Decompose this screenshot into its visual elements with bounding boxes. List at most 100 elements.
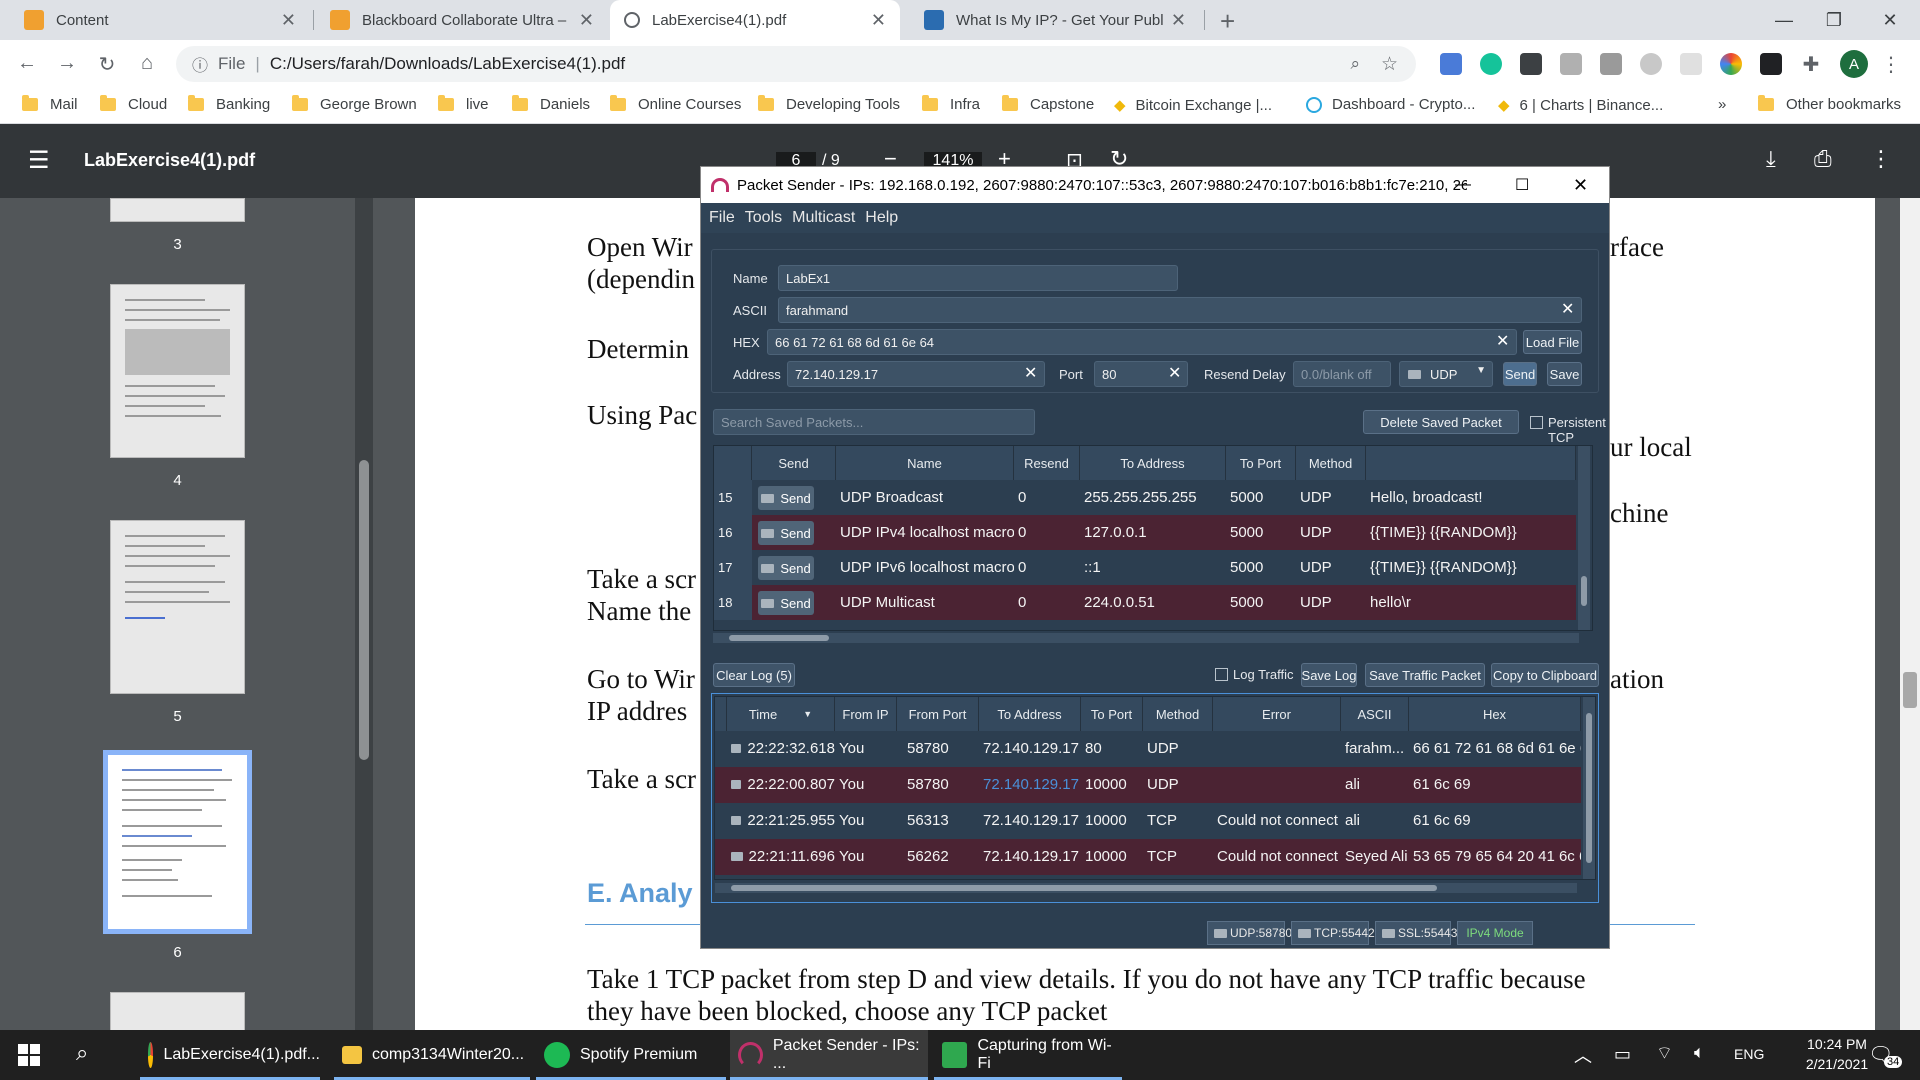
resend-delay-input[interactable]: 0.0/blank off — [1293, 361, 1391, 387]
close-icon[interactable]: ✕ — [579, 10, 594, 31]
close-icon[interactable]: ✕ — [871, 10, 886, 31]
hex-input[interactable]: 66 61 72 61 68 6d 61 6e 64 — [767, 329, 1517, 355]
more-options-icon[interactable]: ⋮ — [1870, 146, 1892, 172]
taskbar-chrome-pdf[interactable]: LabExercise4(1).pdf... — [140, 1030, 320, 1080]
page-scrollbar[interactable] — [1900, 198, 1920, 1030]
translate-extension-icon[interactable] — [1440, 53, 1462, 75]
tcp-port-status[interactable]: TCP:55442 — [1291, 921, 1375, 945]
bookmark-infra[interactable]: Infra — [922, 95, 980, 113]
maximize-icon[interactable]: ☐ — [1515, 175, 1529, 195]
menu-tools[interactable]: Tools — [745, 209, 782, 227]
ascii-input[interactable]: farahmand — [778, 297, 1582, 323]
print-icon[interactable]: ⎙ — [1814, 146, 1832, 172]
bookmarks-overflow-button[interactable]: » — [1718, 96, 1726, 113]
tab-pdf-active[interactable]: LabExercise4(1).pdf ✕ — [610, 0, 900, 40]
column-header-from-port[interactable]: From Port — [897, 697, 979, 731]
column-header-ascii[interactable]: ASCII — [1341, 697, 1409, 731]
delete-saved-packet-button[interactable]: Delete Saved Packet — [1363, 410, 1519, 434]
log-vertical-scrollbar[interactable] — [1583, 697, 1595, 879]
column-header-from-ip[interactable]: From IP — [835, 697, 897, 731]
windows-start-icon[interactable] — [18, 1044, 40, 1066]
column-header-method[interactable]: Method — [1143, 697, 1213, 731]
extension-icon[interactable] — [1560, 53, 1582, 75]
ipv4-mode-button[interactable]: IPv4 Mode — [1457, 921, 1533, 945]
bookmark-bitcoin-exchange[interactable]: ◆ Bitcoin Exchange |... — [1114, 96, 1272, 115]
taskbar-packet-sender[interactable]: Packet Sender - IPs: ... — [730, 1030, 928, 1080]
close-icon[interactable]: ✕ — [1171, 10, 1186, 31]
search-icon[interactable]: ⌕ — [76, 1040, 88, 1066]
ssl-port-status[interactable]: SSL:55443 — [1375, 921, 1457, 945]
avatar[interactable]: A — [1840, 50, 1868, 78]
clear-hex-icon[interactable]: ✕ — [1496, 331, 1509, 351]
sidebar-scrollbar[interactable] — [355, 198, 373, 1030]
column-header-send[interactable]: Send — [752, 446, 836, 480]
home-icon[interactable]: ⌂ — [134, 52, 160, 75]
log-traffic-checkbox[interactable] — [1215, 668, 1228, 681]
clear-log-button[interactable]: Clear Log (5) — [713, 663, 795, 687]
address-text[interactable]: C:/Users/farah/Downloads/LabExercise4(1)… — [270, 54, 625, 74]
copy-to-clipboard-button[interactable]: Copy to Clipboard — [1491, 663, 1599, 687]
window-close-icon[interactable]: ✕ — [1862, 0, 1918, 40]
minimize-icon[interactable]: — — [1455, 176, 1471, 194]
color-extension-icon[interactable] — [1720, 53, 1742, 75]
row-send-button[interactable]: Send — [758, 556, 814, 580]
tab-content[interactable]: Content ✕ — [10, 0, 310, 40]
load-file-button[interactable]: Load File — [1523, 330, 1582, 354]
save-button[interactable]: Save — [1547, 362, 1582, 386]
battery-icon[interactable]: ▭ — [1614, 1044, 1631, 1065]
extension-icon[interactable] — [1680, 53, 1702, 75]
clear-ascii-icon[interactable]: ✕ — [1561, 299, 1574, 319]
bookmark-daniels[interactable]: Daniels — [512, 95, 590, 113]
clear-address-icon[interactable]: ✕ — [1024, 363, 1037, 383]
column-header-to-address[interactable]: To Address — [1080, 446, 1226, 480]
column-header-to-port[interactable]: To Port — [1226, 446, 1296, 480]
row-send-button[interactable]: Send — [758, 591, 814, 615]
close-icon[interactable]: ✕ — [281, 10, 296, 31]
bookmark-capstone[interactable]: Capstone — [1002, 95, 1094, 113]
new-tab-icon[interactable]: + — [1220, 6, 1235, 37]
save-log-button[interactable]: Save Log — [1301, 663, 1357, 687]
menu-multicast[interactable]: Multicast — [792, 209, 855, 227]
log-row[interactable]: 22:22:00.807 You 58780 72.140.129.17 100… — [715, 767, 1581, 803]
page-thumbnail[interactable] — [110, 284, 245, 458]
minimize-icon[interactable]: — — [1756, 0, 1812, 40]
bookmark-mail[interactable]: Mail — [22, 95, 78, 113]
bookmark-charts-binance[interactable]: ◆ 6 | Charts | Binance... — [1498, 96, 1663, 115]
download-icon[interactable]: ⤓ — [1766, 146, 1776, 172]
table-row[interactable]: 15 Send UDP Broadcast 0 255.255.255.255 … — [714, 480, 1576, 515]
table-row[interactable]: 17 Send UDP IPv6 localhost macro 0 ::1 5… — [714, 550, 1576, 585]
extension-icon[interactable] — [1760, 53, 1782, 75]
table-row[interactable]: 18 Send UDP Multicast 0 224.0.0.51 5000 … — [714, 585, 1576, 620]
forward-icon[interactable]: → — [54, 52, 80, 75]
send-button[interactable]: Send — [1503, 362, 1537, 386]
udp-port-status[interactable]: UDP:58780 — [1207, 921, 1292, 945]
page-thumbnail[interactable] — [110, 198, 245, 222]
log-row[interactable]: 22:21:25.955 You 56313 72.140.129.17 100… — [715, 803, 1581, 839]
taskbar-wireshark[interactable]: Capturing from Wi-Fi — [934, 1030, 1122, 1080]
tab-whatismyip[interactable]: What Is My IP? - Get Your Public ✕ — [910, 0, 1200, 40]
row-send-button[interactable]: Send — [758, 521, 814, 545]
restore-icon[interactable]: ❐ — [1806, 0, 1862, 40]
log-horizontal-scrollbar[interactable] — [715, 883, 1577, 893]
taskbar-spotify[interactable]: Spotify Premium — [536, 1030, 726, 1080]
menu-file[interactable]: File — [709, 209, 735, 227]
column-header-to-address[interactable]: To Address — [979, 697, 1081, 731]
menu-icon[interactable]: ☰ — [28, 146, 50, 175]
puzzle-icon[interactable]: ✚ — [1798, 52, 1824, 77]
column-header-hex[interactable]: Hex — [1409, 697, 1581, 731]
clear-port-icon[interactable]: ✕ — [1168, 363, 1181, 383]
info-icon[interactable]: ⓘ — [192, 52, 208, 76]
table-row[interactable]: 16 Send UDP IPv4 localhost macro 0 127.0… — [714, 515, 1576, 550]
column-header-name[interactable]: Name — [836, 446, 1014, 480]
column-header-error[interactable]: Error — [1213, 697, 1341, 731]
language-indicator[interactable]: ENG — [1734, 1046, 1764, 1062]
column-header-to-port[interactable]: To Port — [1081, 697, 1143, 731]
bookmark-star-icon[interactable]: ☆ — [1381, 53, 1398, 76]
reload-icon[interactable]: ↻ — [94, 52, 120, 77]
wifi-icon[interactable]: ⌔ — [1656, 1042, 1673, 1065]
window-close-icon[interactable]: ✕ — [1573, 175, 1588, 196]
chevron-up-icon[interactable]: ︿ — [1574, 1042, 1592, 1068]
menu-help[interactable]: Help — [865, 209, 898, 227]
extension-icon[interactable] — [1520, 53, 1542, 75]
bookmark-live[interactable]: live — [438, 95, 489, 113]
